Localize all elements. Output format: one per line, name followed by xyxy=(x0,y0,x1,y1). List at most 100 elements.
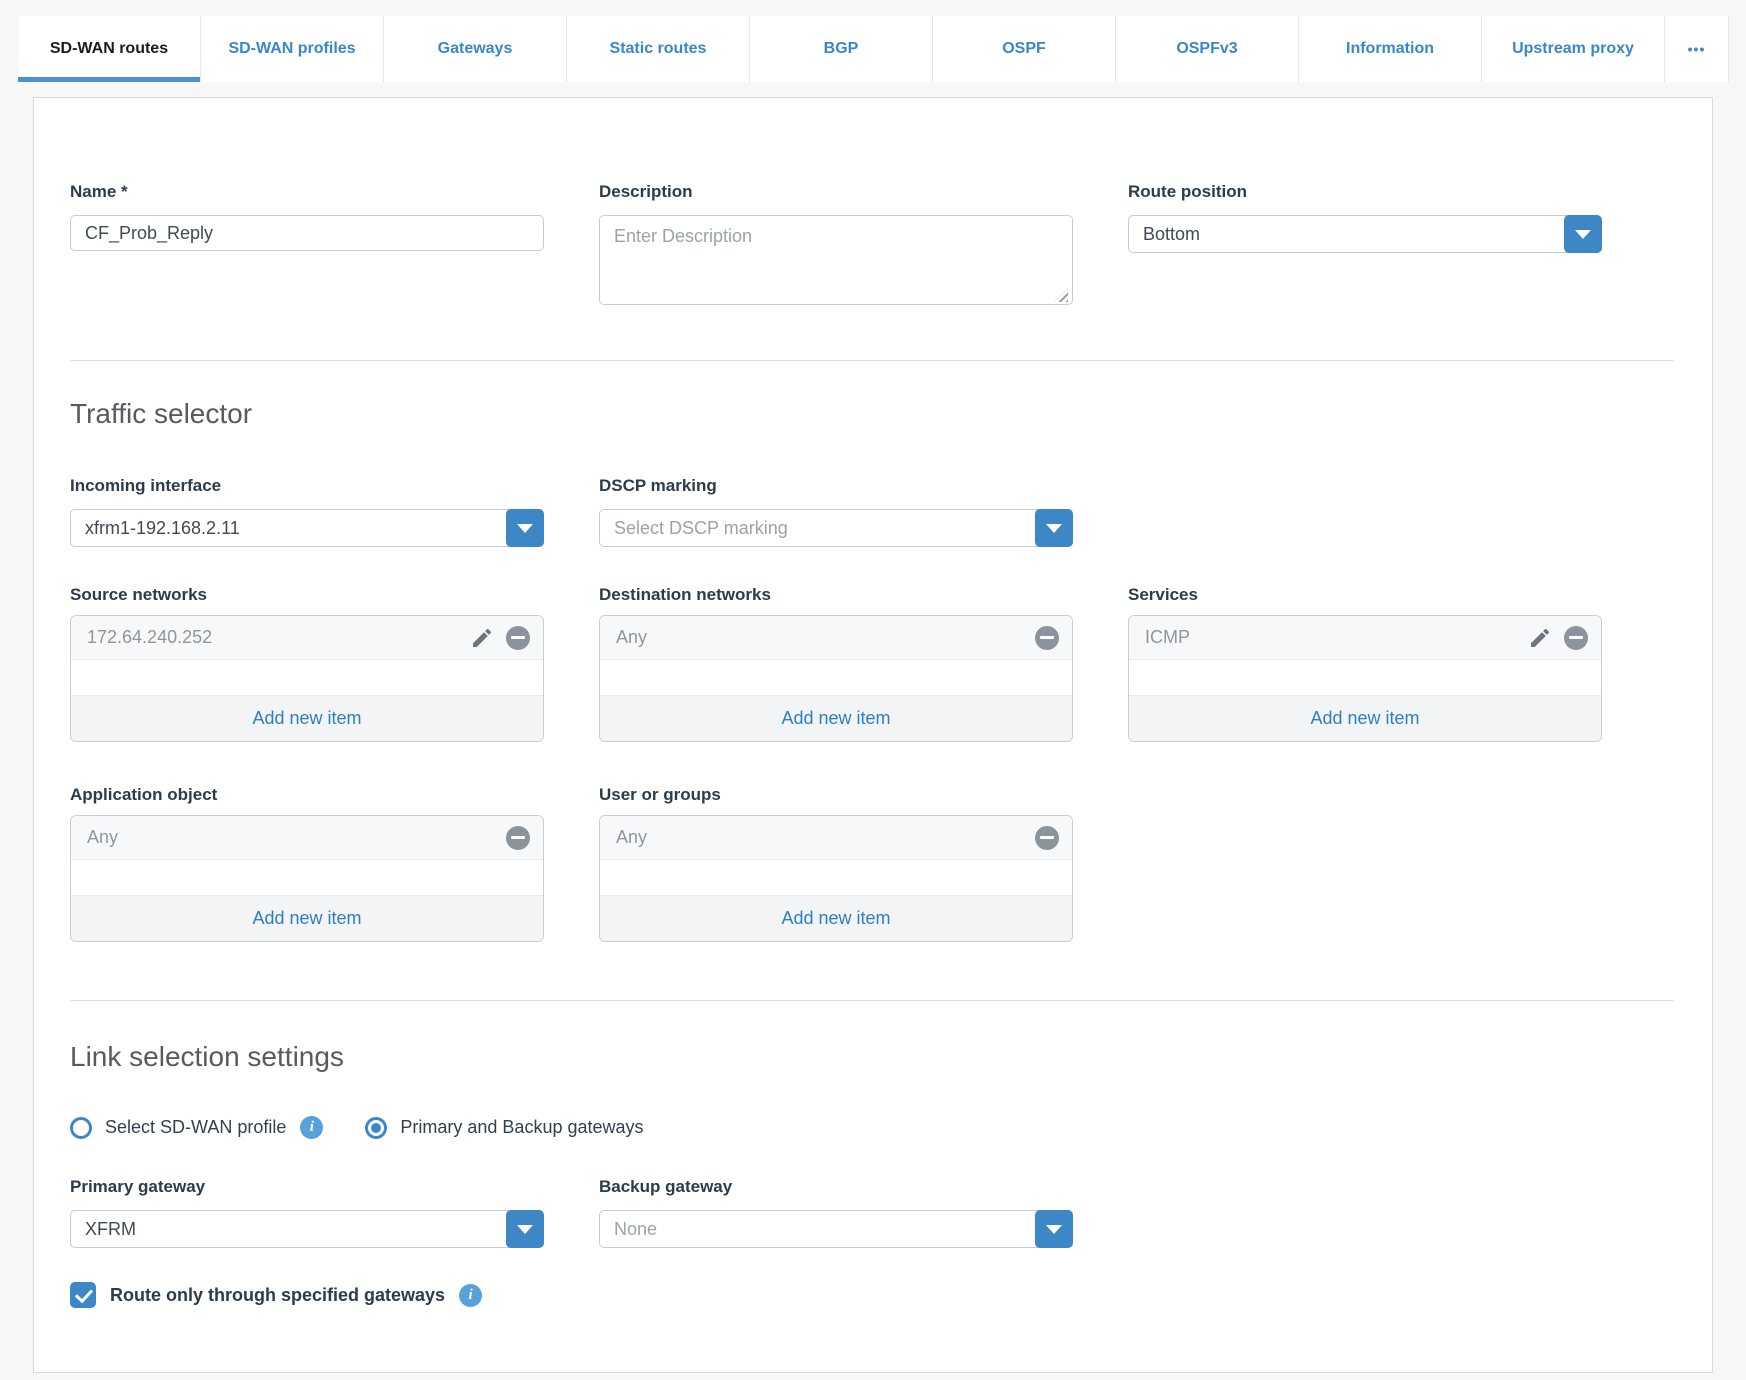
list-item-value: Any xyxy=(87,827,119,847)
backup-gateway-label: Backup gateway xyxy=(599,1177,733,1196)
list-item-value: Any xyxy=(616,827,648,847)
networks-services-row: Source networks 172.64.240.252 Add new i… xyxy=(70,585,1674,742)
add-new-item-button[interactable]: Add new item xyxy=(71,695,543,741)
remove-icon[interactable] xyxy=(506,625,530,650)
interface-dscp-row: Incoming interface xfrm1-192.168.2.11 DS… xyxy=(70,476,1674,547)
radio-select-sdwan-profile[interactable]: Select SD-WAN profile xyxy=(70,1116,286,1139)
list-item-value: Any xyxy=(616,627,648,647)
tab-ospf[interactable]: OSPF xyxy=(933,16,1116,82)
add-new-item-button[interactable]: Add new item xyxy=(600,695,1072,741)
tab-label: BGP xyxy=(823,40,859,57)
dscp-marking-placeholder: Select DSCP marking xyxy=(599,509,1073,547)
route-position-select[interactable]: Bottom xyxy=(1128,215,1602,253)
tab-label: Information xyxy=(1346,40,1434,57)
list-item: Any xyxy=(600,816,1072,860)
sdwan-route-form-panel: Name * Description Route position Bottom… xyxy=(33,97,1713,1373)
chevron-down-icon xyxy=(517,1224,533,1234)
route-only-checkbox-row[interactable]: Route only through specified gateways i xyxy=(70,1282,1674,1308)
description-label: Description xyxy=(599,182,693,201)
radio-selected-icon xyxy=(365,1116,388,1139)
route-position-value: Bottom xyxy=(1128,215,1602,253)
tab-label: OSPFv3 xyxy=(1176,40,1238,57)
tab-label: SD-WAN profiles xyxy=(228,40,356,57)
chevron-down-icon xyxy=(517,523,533,533)
list-item: 172.64.240.252 xyxy=(71,616,543,660)
destination-networks-listbox: Any Add new item xyxy=(599,615,1073,742)
link-selection-heading: Link selection settings xyxy=(70,1041,344,1072)
list-item: Any xyxy=(71,816,543,860)
tab-bgp[interactable]: BGP xyxy=(750,16,933,82)
tab-upstream-proxy[interactable]: Upstream proxy xyxy=(1482,16,1665,82)
description-textarea[interactable] xyxy=(599,215,1073,305)
tab-label: OSPF xyxy=(1002,40,1046,57)
dscp-marking-label: DSCP marking xyxy=(599,476,717,495)
name-input[interactable] xyxy=(70,215,544,251)
backup-gateway-value: None xyxy=(599,1210,1073,1248)
gateways-row: Primary gateway XFRM Backup gateway None xyxy=(70,1177,1674,1248)
info-icon[interactable]: i xyxy=(459,1283,483,1307)
edit-icon[interactable] xyxy=(470,626,494,650)
primary-gateway-dropdown-button[interactable] xyxy=(506,1210,544,1248)
primary-gateway-value: XFRM xyxy=(70,1210,544,1248)
basic-info-row: Name * Description Route position Bottom xyxy=(70,182,1674,310)
destination-networks-label: Destination networks xyxy=(599,585,771,604)
radio-icon xyxy=(70,1116,92,1139)
incoming-interface-value: xfrm1-192.168.2.11 xyxy=(70,509,544,547)
route-position-dropdown-button[interactable] xyxy=(1564,215,1602,253)
remove-icon[interactable] xyxy=(1035,825,1059,850)
tab-label: Gateways xyxy=(437,40,513,57)
edit-icon[interactable] xyxy=(1528,626,1552,650)
source-networks-label: Source networks xyxy=(70,585,207,604)
empty-column xyxy=(1128,785,1602,942)
tab-label: Static routes xyxy=(609,40,707,57)
dscp-marking-dropdown-button[interactable] xyxy=(1035,509,1073,547)
primary-gateway-select[interactable]: XFRM xyxy=(70,1210,544,1248)
tab-static-routes[interactable]: Static routes xyxy=(567,16,750,82)
tab-sdwan-routes[interactable]: SD-WAN routes xyxy=(18,16,201,82)
dscp-marking-select[interactable]: Select DSCP marking xyxy=(599,509,1073,547)
radio-primary-backup-gateways[interactable]: Primary and Backup gateways xyxy=(365,1116,644,1139)
ellipsis-icon: ••• xyxy=(1687,41,1706,57)
listbox-empty-area xyxy=(600,860,1072,895)
tab-label: SD-WAN routes xyxy=(49,40,169,57)
add-new-item-button[interactable]: Add new item xyxy=(71,895,543,941)
section-divider xyxy=(70,360,1674,361)
primary-gateway-label: Primary gateway xyxy=(70,1177,206,1196)
tab-bar: SD-WAN routes SD-WAN profiles Gateways S… xyxy=(18,16,1746,82)
traffic-selector-heading: Traffic selector xyxy=(70,398,253,429)
add-new-item-button[interactable]: Add new item xyxy=(1129,695,1601,741)
chevron-down-icon xyxy=(1046,1224,1062,1234)
chevron-down-icon xyxy=(1575,229,1591,239)
remove-icon[interactable] xyxy=(1035,625,1059,650)
info-icon[interactable]: i xyxy=(300,1116,324,1139)
listbox-empty-area xyxy=(71,660,543,695)
incoming-interface-dropdown-button[interactable] xyxy=(506,509,544,547)
user-or-groups-label: User or groups xyxy=(599,785,721,804)
tab-information[interactable]: Information xyxy=(1299,16,1482,82)
source-networks-listbox: 172.64.240.252 Add new item xyxy=(70,615,544,742)
incoming-interface-label: Incoming interface xyxy=(70,476,222,495)
empty-column xyxy=(1128,1177,1602,1248)
add-new-item-button[interactable]: Add new item xyxy=(600,895,1072,941)
remove-icon[interactable] xyxy=(1564,625,1588,650)
checkbox-checked-icon[interactable] xyxy=(70,1282,96,1308)
list-item-value: 172.64.240.252 xyxy=(87,627,213,647)
application-object-listbox: Any Add new item xyxy=(70,815,544,942)
section-divider xyxy=(70,1000,1674,1001)
tab-ospfv3[interactable]: OSPFv3 xyxy=(1116,16,1299,82)
application-users-row: Application object Any Add new item User… xyxy=(70,785,1674,942)
tab-overflow-menu[interactable]: ••• xyxy=(1665,16,1729,82)
radio-label: Primary and Backup gateways xyxy=(400,1117,644,1137)
user-or-groups-listbox: Any Add new item xyxy=(599,815,1073,942)
link-selection-radio-group: Select SD-WAN profile i Primary and Back… xyxy=(70,1116,1674,1139)
remove-icon[interactable] xyxy=(506,825,530,850)
listbox-empty-area xyxy=(1129,660,1601,695)
listbox-empty-area xyxy=(600,660,1072,695)
list-item: ICMP xyxy=(1129,616,1601,660)
checkbox-label: Route only through specified gateways xyxy=(110,1284,446,1305)
incoming-interface-select[interactable]: xfrm1-192.168.2.11 xyxy=(70,509,544,547)
backup-gateway-dropdown-button[interactable] xyxy=(1035,1210,1073,1248)
tab-sdwan-profiles[interactable]: SD-WAN profiles xyxy=(201,16,384,82)
tab-gateways[interactable]: Gateways xyxy=(384,16,567,82)
backup-gateway-select[interactable]: None xyxy=(599,1210,1073,1248)
